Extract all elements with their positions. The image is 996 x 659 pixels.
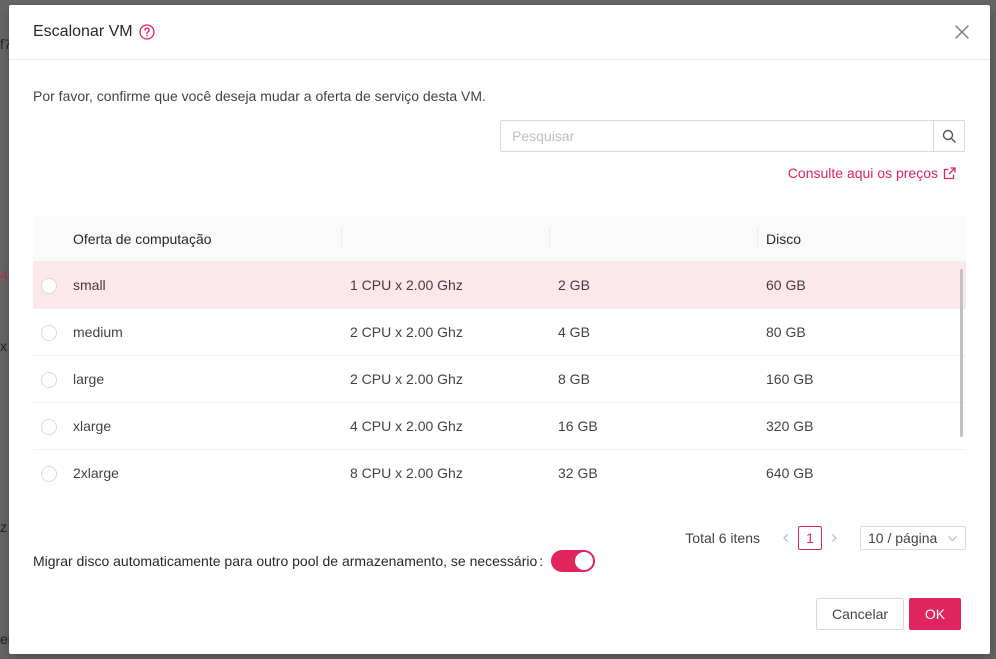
offering-cpu: 2 CPU x 2.00 Ghz [350,324,463,340]
table-row[interactable]: medium 2 CPU x 2.00 Ghz 4 GB 80 GB [33,309,966,356]
external-link-icon [943,166,956,179]
search-icon [942,129,956,143]
offering-name: 2xlarge [73,465,119,481]
chevron-down-icon [948,535,957,541]
dialog-header: Escalonar VM [9,5,990,60]
page-number-button[interactable]: 1 [798,526,822,550]
offering-memory: 16 GB [558,418,598,434]
compute-offering-table: Oferta de computação Disco small 1 CPU x… [33,216,966,497]
pagination: Total 6 itens 1 10 / página [685,526,966,550]
offering-memory: 32 GB [558,465,598,481]
search-button[interactable] [933,120,965,152]
offering-cpu: 2 CPU x 2.00 Ghz [350,371,463,387]
scale-vm-dialog: Escalonar VM Por favor, confirme que voc… [9,5,990,654]
offering-memory: 2 GB [558,277,590,293]
question-circle-icon[interactable] [138,24,155,40]
pagination-total: Total 6 itens [685,530,760,546]
row-radio[interactable] [41,466,57,482]
row-radio[interactable] [41,278,57,294]
chevron-right-icon [832,534,837,542]
column-divider [549,228,550,250]
column-header-disk: Disco [766,231,802,247]
offering-name: large [73,371,105,387]
pricing-link[interactable]: Consulte aqui os preços [788,165,956,181]
table-row[interactable]: xlarge 4 CPU x 2.00 Ghz 16 GB 320 GB [33,403,966,450]
table-scrollbar[interactable] [960,269,963,437]
table-header: Oferta de computação Disco [33,216,966,262]
offering-name: medium [73,324,123,340]
offering-cpu: 4 CPU x 2.00 Ghz [350,418,463,434]
cancel-button[interactable]: Cancelar [816,598,904,630]
chevron-left-icon [783,534,788,542]
offering-disk: 160 GB [766,371,814,387]
offering-disk: 80 GB [766,324,806,340]
offering-disk: 320 GB [766,418,814,434]
search-box [500,120,965,152]
background-fragment: z [0,519,7,535]
offering-cpu: 8 CPU x 2.00 Ghz [350,465,463,481]
background-fragment: x [0,338,7,354]
pricing-link-label: Consulte aqui os preços [787,165,938,181]
offering-disk: 60 GB [766,277,806,293]
offering-memory: 4 GB [558,324,590,340]
migrate-disk-label: Migrar disco automaticamente para outro … [33,553,543,569]
row-radio[interactable] [41,372,57,388]
migrate-disk-toggle[interactable] [551,550,595,572]
prev-page-button[interactable] [774,526,798,550]
table-row[interactable]: small 1 CPU x 2.00 Ghz 2 GB 60 GB [33,262,966,309]
column-header-offering: Oferta de computação [73,231,212,247]
offering-cpu: 1 CPU x 2.00 Ghz [350,277,463,293]
table-row[interactable]: large 2 CPU x 2.00 Ghz 8 GB 160 GB [33,356,966,403]
page-size-select[interactable]: 10 / página [860,526,966,550]
column-divider [757,228,758,250]
offering-name: xlarge [73,418,112,434]
page-size-value: 10 / página [868,530,938,546]
intro-text: Por favor, confirme que você deseja muda… [33,88,486,104]
ok-button[interactable]: OK [909,598,961,630]
dialog-title: Escalonar VM [33,23,133,40]
close-icon[interactable] [954,24,970,40]
migrate-disk-label-text: Migrar disco automaticamente para outro … [33,553,538,569]
migrate-disk-label-colon: : [539,553,544,569]
column-divider [341,228,342,250]
row-radio[interactable] [41,325,57,341]
offering-name: small [73,277,106,293]
table-row[interactable]: 2xlarge 8 CPU x 2.00 Ghz 32 GB 640 GB [33,450,966,497]
row-radio[interactable] [41,419,57,435]
toggle-knob [575,552,593,570]
search-input[interactable] [500,120,933,152]
offering-disk: 640 GB [766,465,814,481]
next-page-button[interactable] [822,526,846,550]
offering-memory: 8 GB [558,371,590,387]
